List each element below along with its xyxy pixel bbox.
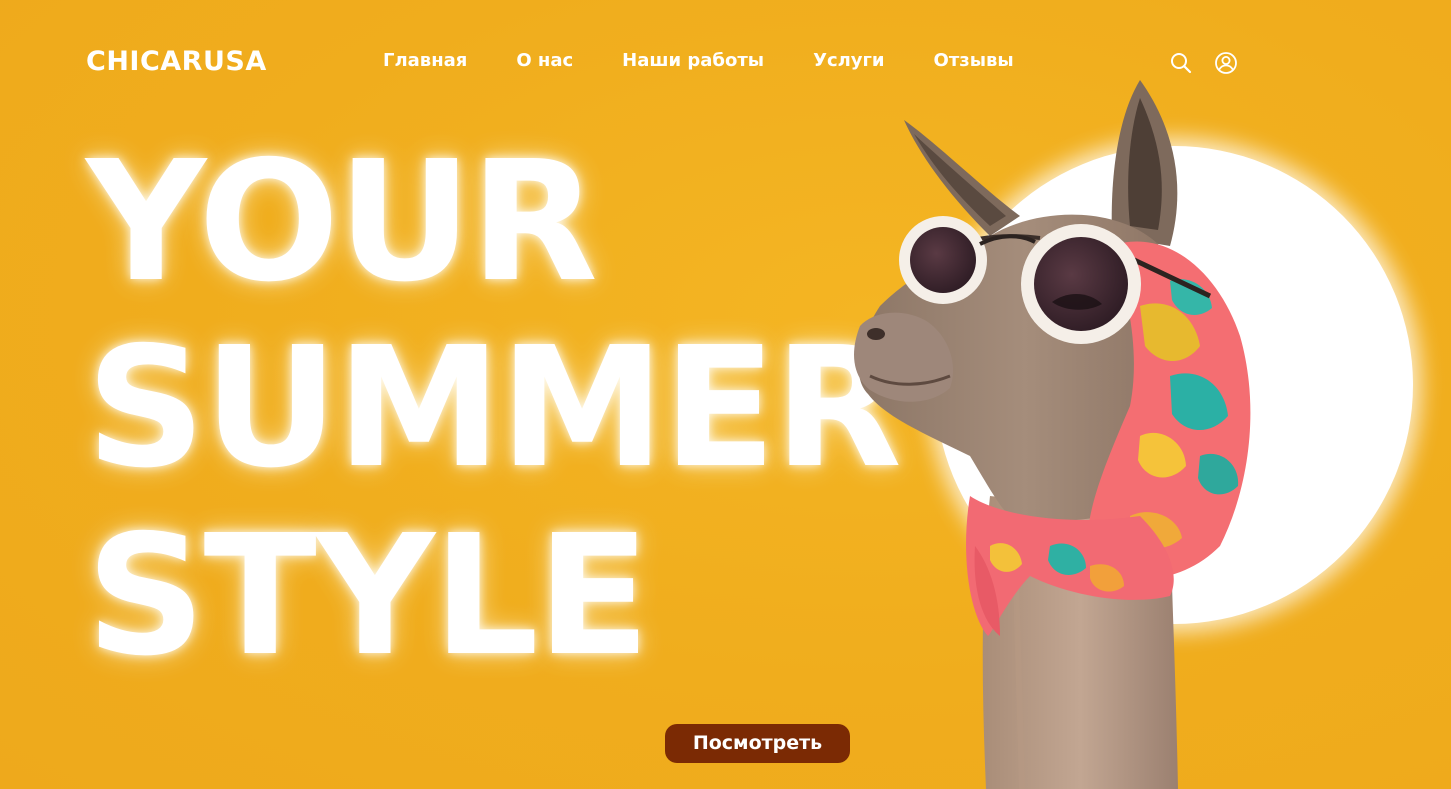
search-icon[interactable] <box>1169 51 1193 75</box>
hero-headline-line-3: STYLE <box>86 500 650 693</box>
nav-item-about[interactable]: О нас <box>516 48 573 74</box>
nav-item-reviews[interactable]: Отзывы <box>934 48 1014 74</box>
nav-item-works[interactable]: Наши работы <box>622 48 764 74</box>
hero-page: CHICARUSA Главная О нас Наши работы Услу… <box>0 0 1451 789</box>
nav-item-home[interactable]: Главная <box>383 48 467 74</box>
hero-headline-line-2: SUMMER <box>86 312 902 505</box>
main-nav: Главная О нас Наши работы Услуги Отзывы <box>383 48 1014 74</box>
user-icon[interactable] <box>1214 51 1238 75</box>
logo[interactable]: CHICARUSA <box>86 44 267 80</box>
view-button[interactable]: Посмотреть <box>665 724 850 763</box>
llama-image <box>854 80 1251 789</box>
nav-item-services[interactable]: Услуги <box>813 48 884 74</box>
hero-headline-line-1: YOUR <box>86 126 598 319</box>
